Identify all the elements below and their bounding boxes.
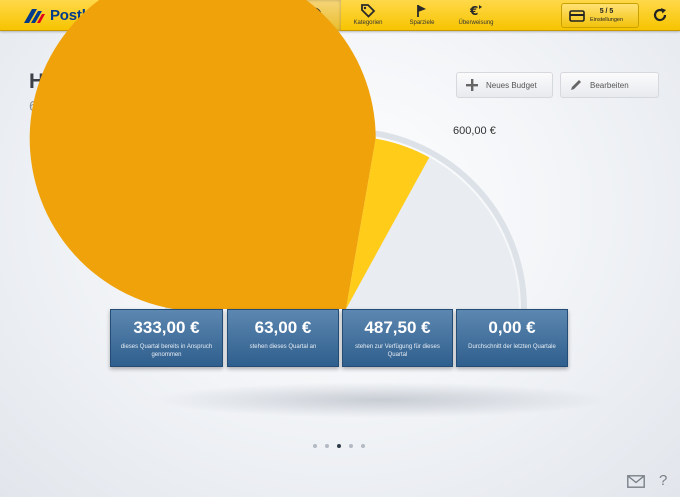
gauge-icon (306, 7, 322, 17)
stat-description: dieses Quartal bereits in Anspruch genom… (120, 344, 213, 358)
gauge-pending-segment (346, 138, 430, 309)
stat-box-used: 333,00 € dieses Quartal bereits in Anspr… (110, 309, 223, 367)
pencil-icon (571, 80, 581, 90)
stat-value: 487,50 € (364, 318, 431, 337)
nav-label: Überweisung (458, 20, 494, 26)
gauge-remaining (173, 136, 519, 309)
page-dot[interactable] (361, 444, 365, 448)
nav-tab-ueberweisung[interactable]: € Überweisung (449, 0, 503, 31)
gauge-track (165, 128, 527, 310)
stats-shadow (150, 382, 610, 418)
page-dot[interactable] (325, 444, 329, 448)
help-icon[interactable]: ? (659, 472, 667, 489)
page-dot-active[interactable] (337, 444, 341, 448)
page-dot[interactable] (349, 444, 353, 448)
settings-text: 5 / 5 Einstellungen (590, 8, 623, 24)
new-budget-button[interactable]: Neues Budget (456, 72, 553, 98)
budget-title: Haushalt (29, 70, 118, 93)
card-icon (569, 9, 585, 22)
gauge-spent-segment (29, 0, 376, 309)
nav-label: Budgets (302, 20, 326, 26)
main-nav: Übersicht Umsätze Budgets Kategorien Spa… (179, 0, 503, 31)
nav-tab-uebersicht[interactable]: Übersicht (179, 0, 233, 31)
stat-box-average: 0,00 € Durchschnitt der letzten Quartale (456, 309, 568, 367)
plus-icon (466, 79, 478, 91)
postbank-logo-icon (24, 9, 45, 23)
edit-button[interactable]: Bearbeiten (560, 72, 659, 98)
nav-label: Kategorien (353, 20, 383, 26)
home-icon (199, 4, 213, 17)
brand-name: Postbank (50, 6, 116, 24)
postbank-logo: Postbank (22, 6, 116, 24)
settings-button[interactable]: 5 / 5 Einstellungen (561, 3, 639, 28)
flag-icon (417, 5, 426, 17)
stat-description: stehen dieses Quartal an (249, 344, 317, 350)
nav-tab-kategorien[interactable]: Kategorien (341, 0, 395, 31)
stat-box-available: 487,50 € stehen zur Verfügung für dieses… (342, 309, 453, 367)
gauge-max-label: 600,00 € (453, 125, 496, 137)
mail-icon[interactable] (627, 475, 645, 488)
refresh-icon[interactable] (652, 7, 668, 23)
page-dot[interactable] (313, 444, 317, 448)
stat-box-upcoming: 63,00 € stehen dieses Quartal an (227, 309, 339, 367)
stat-value: 0,00 € (488, 318, 536, 337)
budget-amount: 600,00 € (29, 98, 88, 115)
euro-transfer-icon: € (469, 4, 482, 18)
edit-label: Bearbeiten (590, 80, 629, 90)
nav-tab-sparziele[interactable]: Sparziele (395, 0, 449, 31)
nav-label: Sparziele (409, 20, 435, 26)
stat-description: Durchschnitt der letzten Quartale (468, 344, 556, 350)
nav-tab-umsaetze[interactable]: Umsätze (233, 0, 287, 31)
list-icon (254, 5, 266, 17)
nav-tab-budgets[interactable]: Budgets (287, 0, 341, 31)
stat-value: 333,00 € (133, 318, 200, 337)
settings-label: Einstellungen (590, 16, 624, 23)
top-navigation-bar: Postbank Übersicht Umsätze Budgets Kateg… (0, 0, 680, 31)
nav-label: Übersicht (193, 20, 219, 26)
page-indicator (313, 444, 365, 448)
stat-description: stehen zur Verfügung für dieses Quartal (355, 344, 440, 358)
stat-value: 63,00 € (254, 318, 312, 337)
nav-label: Umsätze (248, 20, 272, 26)
settings-count: 5 / 5 (599, 7, 614, 15)
new-budget-label: Neues Budget (486, 80, 537, 90)
svg-text:€: € (469, 4, 478, 18)
tag-icon (361, 4, 376, 18)
